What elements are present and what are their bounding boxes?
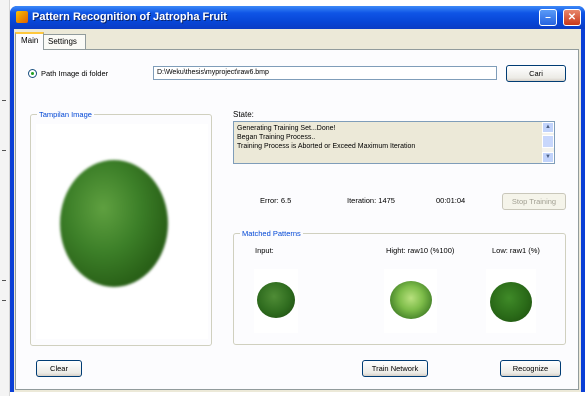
cari-button[interactable]: Cari xyxy=(506,65,566,82)
image-group-legend: Tampilan Image xyxy=(37,110,94,119)
tab-settings[interactable]: Settings xyxy=(42,34,86,49)
window-title: Pattern Recognition of Jatropha Fruit xyxy=(32,11,227,23)
input-fruit-image xyxy=(257,282,295,318)
edge-mark xyxy=(2,150,6,151)
title-bar[interactable]: Pattern Recognition of Jatropha Fruit – … xyxy=(10,6,585,29)
clear-button[interactable]: Clear xyxy=(36,360,82,377)
matched-patterns-legend: Matched Patterns xyxy=(240,229,303,238)
state-line: Generating Training Set...Done! xyxy=(237,125,336,132)
input-label: Input: xyxy=(255,246,274,255)
image-preview-group: Tampilan Image xyxy=(30,110,212,346)
scroll-thumb[interactable] xyxy=(542,135,554,148)
state-label: State: xyxy=(233,110,254,119)
recognize-button[interactable]: Recognize xyxy=(500,360,561,377)
iteration-value: Iteration: 1475 xyxy=(347,196,395,205)
jatropha-fruit-image xyxy=(60,160,168,287)
state-scrollbar[interactable]: ▲ ▼ xyxy=(542,122,554,163)
path-folder-label: Path Image di folder xyxy=(41,69,109,78)
edge-mark xyxy=(2,280,6,281)
input-image xyxy=(254,269,298,333)
background-window-edge xyxy=(0,0,10,396)
high-match-label: Hight: raw10 (%100) xyxy=(386,246,455,255)
scroll-down-icon[interactable]: ▼ xyxy=(542,152,554,163)
path-input[interactable]: D:\Weku\thesis\myproject\raw6.bmp xyxy=(153,66,497,80)
train-network-button[interactable]: Train Network xyxy=(362,360,428,377)
close-button[interactable]: ✕ xyxy=(563,9,581,26)
tab-main[interactable]: Main xyxy=(15,32,45,50)
app-icon xyxy=(16,11,28,23)
client-area: Main Settings Path Image di folder D:\We… xyxy=(14,29,581,392)
app-window: Pattern Recognition of Jatropha Fruit – … xyxy=(10,6,585,392)
edge-mark xyxy=(2,300,6,301)
high-match-image xyxy=(384,269,437,333)
stop-training-button[interactable]: Stop Training xyxy=(502,193,566,210)
error-value: Error: 6.5 xyxy=(260,196,292,205)
minimize-button[interactable]: – xyxy=(539,9,557,26)
low-match-image xyxy=(486,269,536,333)
elapsed-time: 00:01:04 xyxy=(436,196,466,205)
low-match-label: Low: raw1 (%) xyxy=(492,246,540,255)
high-match-fruit-image xyxy=(390,281,432,319)
edge-mark xyxy=(2,100,6,101)
low-match-fruit-image xyxy=(490,282,532,322)
state-line: Began Training Process.. xyxy=(237,134,316,141)
state-textbox[interactable]: Generating Training Set...Done! Began Tr… xyxy=(233,121,555,164)
matched-patterns-group: Matched Patterns Input: Hight: raw10 (%1… xyxy=(233,229,566,345)
scroll-up-icon[interactable]: ▲ xyxy=(542,122,554,133)
main-tab-panel: Path Image di folder D:\Weku\thesis\mypr… xyxy=(15,49,579,390)
path-folder-radio[interactable] xyxy=(28,69,37,78)
state-line: Training Process is Aborted or Exceed Ma… xyxy=(237,143,416,150)
image-preview xyxy=(36,124,208,339)
